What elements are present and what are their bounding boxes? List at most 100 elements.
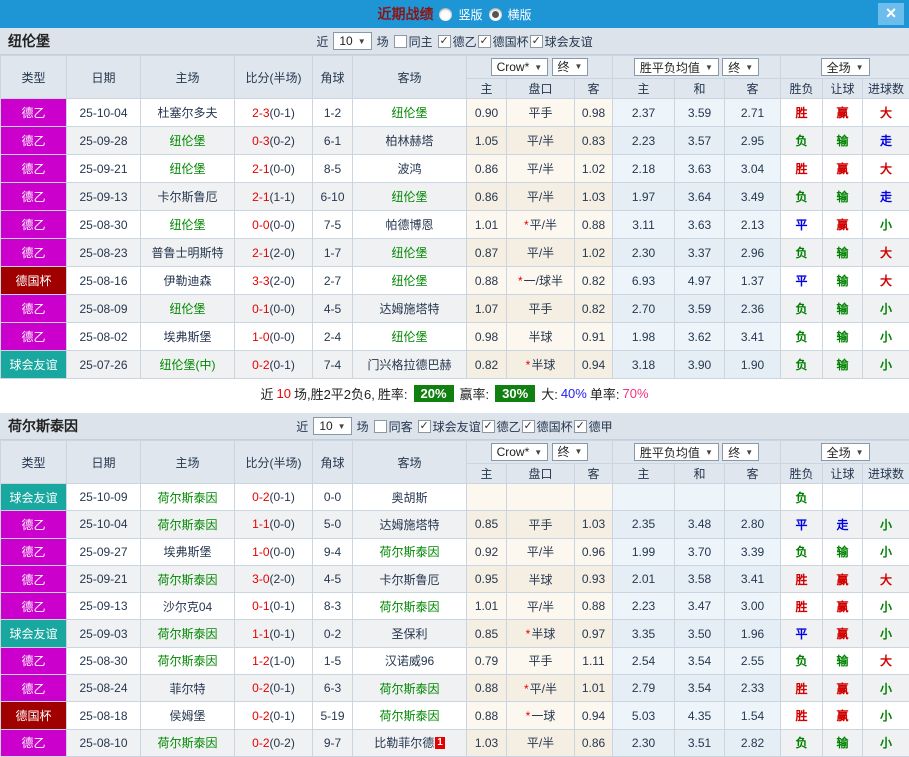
away-team-link[interactable]: 卡尔斯鲁厄 <box>353 565 467 592</box>
wdl-average-select[interactable]: 胜平负均值▼ <box>634 443 719 461</box>
europe-home-odds: 3.11 <box>613 211 675 239</box>
close-button[interactable]: × <box>878 3 904 25</box>
home-team-link[interactable]: 荷尔斯泰因 <box>141 484 235 511</box>
home-team-link[interactable]: 荷尔斯泰因 <box>141 511 235 538</box>
result-group: 全场▼ <box>781 441 909 464</box>
away-team-link[interactable]: 达姆施塔特 <box>353 511 467 538</box>
home-team-link[interactable]: 荷尔斯泰因 <box>141 647 235 674</box>
away-team-link[interactable]: 柏林赫塔 <box>353 127 467 155</box>
handicap-home-odds: 0.86 <box>467 183 507 211</box>
home-team-link[interactable]: 纽伦堡 <box>141 295 235 323</box>
vertical-layout-radio[interactable] <box>439 8 452 21</box>
europe-home-odds: 2.37 <box>613 99 675 127</box>
away-team-link[interactable]: 波鸿 <box>353 155 467 183</box>
away-team-link[interactable]: 达姆施塔特 <box>353 295 467 323</box>
home-team-link[interactable]: 侯姆堡 <box>141 702 235 729</box>
match-date: 25-08-02 <box>67 323 141 351</box>
away-team-link[interactable]: 门兴格拉德巴赫 <box>353 351 467 379</box>
odds-time-select-2[interactable]: 终▼ <box>722 443 759 461</box>
chevron-down-icon: ▼ <box>534 448 542 457</box>
match-date: 25-10-04 <box>67 511 141 538</box>
match-count-select[interactable]: 10▼ <box>313 417 351 435</box>
away-team-link[interactable]: 纽伦堡 <box>353 183 467 211</box>
home-team-link[interactable]: 普鲁士明斯特 <box>141 239 235 267</box>
match-count-select[interactable]: 10▼ <box>333 32 371 50</box>
home-team-link[interactable]: 纽伦堡 <box>141 211 235 239</box>
away-team-link[interactable]: 荷尔斯泰因 <box>353 593 467 620</box>
result-handicap: 赢 <box>823 702 863 729</box>
league-filter-checkbox[interactable]: ✓德甲 <box>574 418 613 435</box>
handicap-line: 平/半 <box>507 729 575 756</box>
home-team-link[interactable]: 杜塞尔多夫 <box>141 99 235 127</box>
home-team-link[interactable]: 纽伦堡(中) <box>141 351 235 379</box>
away-team-link[interactable]: 荷尔斯泰因 <box>353 675 467 702</box>
result-handicap: 输 <box>823 267 863 295</box>
result-group: 全场▼ <box>781 56 909 79</box>
away-team-link[interactable]: 纽伦堡 <box>353 267 467 295</box>
result-wdl: 负 <box>781 484 823 511</box>
odds-time-select[interactable]: 终▼ <box>552 58 589 76</box>
europe-draw-odds: 3.62 <box>675 323 725 351</box>
away-team-link[interactable]: 圣保利 <box>353 620 467 647</box>
wdl-average-select[interactable]: 胜平负均值▼ <box>634 58 719 76</box>
handicap-away-odds: 0.96 <box>575 538 613 565</box>
away-team-link[interactable]: 比勒菲尔德1 <box>353 729 467 756</box>
away-team-link[interactable]: 荷尔斯泰因 <box>353 702 467 729</box>
corner-count: 0-0 <box>313 484 353 511</box>
live-odds-star: * <box>524 218 529 232</box>
home-team-link[interactable]: 沙尔克04 <box>141 593 235 620</box>
home-team-link[interactable]: 伊勒迪森 <box>141 267 235 295</box>
league-type-badge: 德乙 <box>1 155 67 183</box>
result-goals: 大 <box>863 565 909 592</box>
europe-home-odds: 2.30 <box>613 239 675 267</box>
fulltime-select[interactable]: 全场▼ <box>821 58 870 76</box>
home-team-link[interactable]: 纽伦堡 <box>141 127 235 155</box>
away-team-link[interactable]: 纽伦堡 <box>353 239 467 267</box>
bookmaker-select[interactable]: Crow*▼ <box>491 443 549 461</box>
halftime-score: (2-0) <box>270 572 295 586</box>
fulltime-score: 0-2 <box>252 358 269 372</box>
away-team-link[interactable]: 纽伦堡 <box>353 323 467 351</box>
home-team-link[interactable]: 埃弗斯堡 <box>141 538 235 565</box>
league-filter-checkbox[interactable]: ✓德乙 <box>438 33 477 50</box>
away-team-link[interactable]: 汉诺威96 <box>353 647 467 674</box>
away-team-link[interactable]: 荷尔斯泰因 <box>353 538 467 565</box>
odds-time-select[interactable]: 终▼ <box>552 443 589 461</box>
bookmaker-select[interactable]: Crow*▼ <box>491 58 549 76</box>
result-goals: 小 <box>863 675 909 702</box>
handicap-away-odds: 0.86 <box>575 729 613 756</box>
col-odds-home: 主 <box>467 79 507 99</box>
horizontal-layout-radio[interactable] <box>489 8 502 21</box>
league-filter-checkbox[interactable]: ✓球会友谊 <box>418 418 481 435</box>
league-filter-checkbox[interactable]: ✓德国杯 <box>478 33 529 50</box>
home-team-link[interactable]: 荷尔斯泰因 <box>141 565 235 592</box>
home-team-link[interactable]: 卡尔斯鲁厄 <box>141 183 235 211</box>
league-filter-checkbox[interactable]: ✓德国杯 <box>522 418 573 435</box>
away-team-link[interactable]: 帕德博恩 <box>353 211 467 239</box>
home-team-link[interactable]: 荷尔斯泰因 <box>141 729 235 756</box>
games-label: 场 <box>377 33 389 50</box>
fulltime-select[interactable]: 全场▼ <box>821 443 870 461</box>
away-team-link[interactable]: 奥胡斯 <box>353 484 467 511</box>
fulltime-score: 1-0 <box>252 330 269 344</box>
match-row: 德乙25-08-23普鲁士明斯特2-1(2-0)1-7纽伦堡0.87平/半1.0… <box>1 239 909 267</box>
score-cell: 0-2(0-1) <box>235 351 313 379</box>
league-filter-checkbox[interactable]: ✓球会友谊 <box>530 33 593 50</box>
home-team-link[interactable]: 埃弗斯堡 <box>141 323 235 351</box>
match-date: 25-08-24 <box>67 675 141 702</box>
odds-time-select-2[interactable]: 终▼ <box>722 58 759 76</box>
col-eu-draw: 和 <box>675 79 725 99</box>
match-date: 25-09-28 <box>67 127 141 155</box>
europe-draw-odds: 3.90 <box>675 351 725 379</box>
away-team-link[interactable]: 纽伦堡 <box>353 99 467 127</box>
home-team-link[interactable]: 荷尔斯泰因 <box>141 620 235 647</box>
home-team-link[interactable]: 纽伦堡 <box>141 155 235 183</box>
same-away-checkbox[interactable]: 同客 <box>374 418 413 435</box>
league-filter-checkbox[interactable]: ✓德乙 <box>482 418 521 435</box>
fulltime-score: 3-3 <box>252 274 269 288</box>
same-home-checkbox[interactable]: 同主 <box>394 33 433 50</box>
home-team-link[interactable]: 菲尔特 <box>141 675 235 702</box>
corner-count: 2-7 <box>313 267 353 295</box>
chevron-down-icon: ▼ <box>575 62 583 71</box>
handicap-away-odds: 0.88 <box>575 211 613 239</box>
